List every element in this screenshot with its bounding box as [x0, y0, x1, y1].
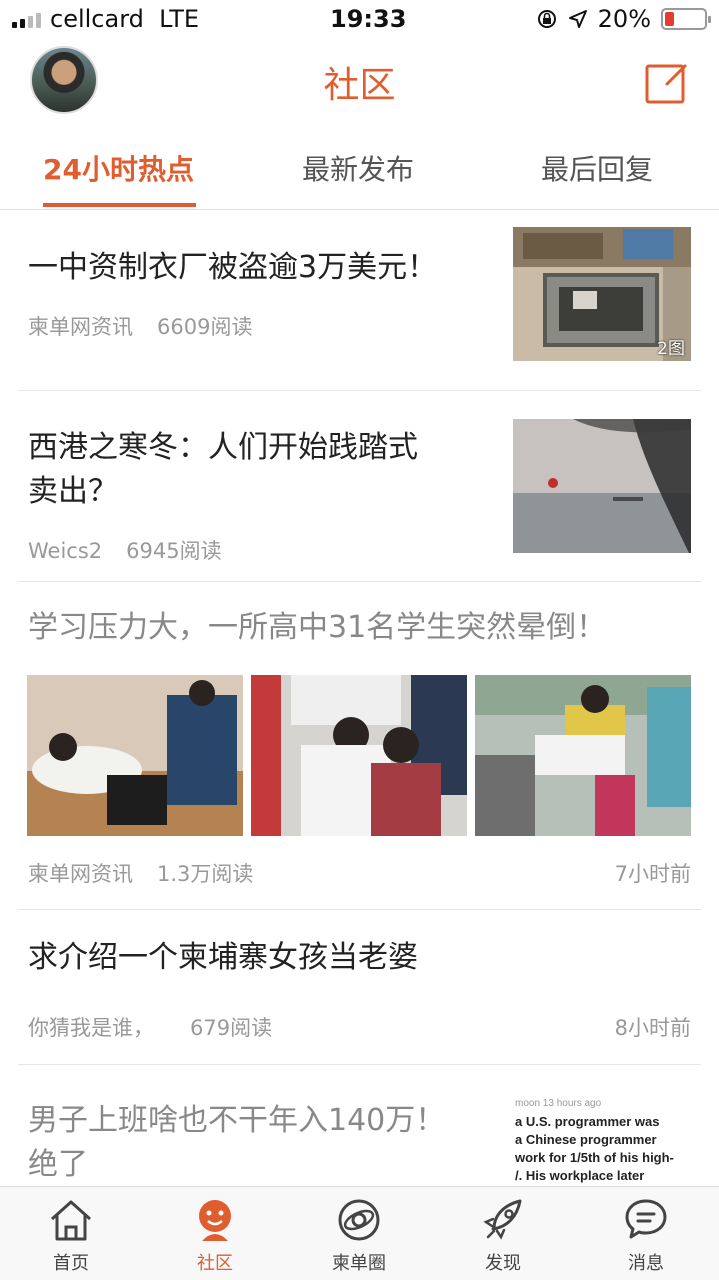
- tab-last-reply[interactable]: 最后回复: [541, 148, 653, 188]
- orientation-lock-icon: [537, 10, 556, 28]
- gallery-image: [251, 675, 467, 836]
- page-title: 社区: [323, 65, 396, 106]
- status-bar: cellcard LTE 19:33 20%: [0, 0, 719, 40]
- home-icon: [50, 1200, 92, 1241]
- clock: 19:33: [330, 5, 407, 33]
- tabbar-discover[interactable]: 发现: [453, 1195, 553, 1275]
- feed-tabs: 24小时热点 最新发布 最后回复: [0, 122, 719, 210]
- item-title: 求介绍一个柬埔寨女孩当老婆: [28, 940, 418, 975]
- item-time: 7小时前: [614, 862, 691, 886]
- compose-icon[interactable]: [645, 60, 689, 104]
- signal-icon: [12, 13, 41, 28]
- item-title: 一中资制衣厂被盗逾3万美元！: [28, 250, 438, 285]
- location-icon: [568, 10, 587, 28]
- item-reads: 6945阅读: [126, 539, 222, 563]
- item-title: 男子上班啥也不干年入140万！ 绝了: [28, 1103, 446, 1182]
- item-title: 学习压力大，一所高中31名学生突然晕倒！: [28, 610, 607, 645]
- item-meta: 柬单网资讯 1.3万阅读: [28, 858, 253, 888]
- item-reads: 679阅读: [190, 1016, 273, 1040]
- tabbar-home[interactable]: 首页: [21, 1195, 121, 1275]
- gallery-image: [27, 675, 243, 836]
- active-tab-indicator: [43, 203, 196, 207]
- item-meta: 你猜我是谁， 679阅读: [28, 1012, 272, 1042]
- item-reads: 6609阅读: [157, 315, 253, 339]
- item-reads: 1.3万阅读: [157, 862, 254, 886]
- item-source: Weics2: [28, 539, 103, 563]
- item-meta: 柬单网资讯 6609阅读: [28, 311, 252, 341]
- feed-item[interactable]: 男子上班啥也不干年入140万！ 绝了 moon 13 hours ago a U.…: [18, 1065, 701, 1186]
- tabbar-circle[interactable]: 柬单圈: [309, 1195, 409, 1275]
- feed-item[interactable]: 一中资制衣厂被盗逾3万美元！ 柬单网资讯 6609阅读 2图: [18, 211, 701, 391]
- tab-latest[interactable]: 最新发布: [302, 148, 414, 188]
- chat-bubble-icon: [625, 1199, 667, 1239]
- feed-item[interactable]: 学习压力大，一所高中31名学生突然晕倒！ 柬单网资讯 1.3万阅读 7小时前: [18, 582, 701, 910]
- bottom-tab-bar: 首页 社区 柬单圈 发现 消息: [0, 1186, 719, 1280]
- community-icon: [199, 1200, 231, 1241]
- top-nav-bar: 社区: [0, 40, 719, 122]
- gallery-image: [475, 675, 691, 836]
- item-source: 柬单网资讯: [28, 315, 133, 339]
- tab-24h-hot[interactable]: 24小时热点: [43, 148, 194, 188]
- item-source: 你猜我是谁，: [28, 1016, 154, 1040]
- feed-item[interactable]: 西港之寒冬：人们开始践踏式 卖出？ Weics2 6945阅读: [18, 391, 701, 582]
- image-gallery: [27, 675, 691, 836]
- image-count-badge: 2图: [657, 339, 685, 359]
- item-title: 西港之寒冬：人们开始践踏式 卖出？: [28, 430, 418, 509]
- tabbar-community[interactable]: 社区: [165, 1195, 265, 1275]
- sunset-sea-photo: [513, 419, 691, 553]
- planet-icon: [338, 1199, 380, 1241]
- rocket-icon: [483, 1199, 522, 1240]
- item-meta: Weics2 6945阅读: [28, 535, 222, 565]
- item-time: 8小时前: [614, 1016, 691, 1040]
- item-thumbnail: 2图: [513, 227, 691, 361]
- feed-item[interactable]: 求介绍一个柬埔寨女孩当老婆 你猜我是谁， 679阅读 8小时前: [18, 910, 701, 1065]
- item-thumbnail: moon 13 hours ago a U.S. programmer was …: [513, 1095, 691, 1186]
- item-source: 柬单网资讯: [28, 862, 133, 886]
- carrier-label: cellcard LTE: [50, 5, 200, 33]
- battery-icon: [661, 8, 711, 30]
- battery-percent: 20%: [597, 5, 651, 33]
- item-thumbnail: [513, 419, 691, 553]
- tabbar-messages[interactable]: 消息: [596, 1195, 696, 1275]
